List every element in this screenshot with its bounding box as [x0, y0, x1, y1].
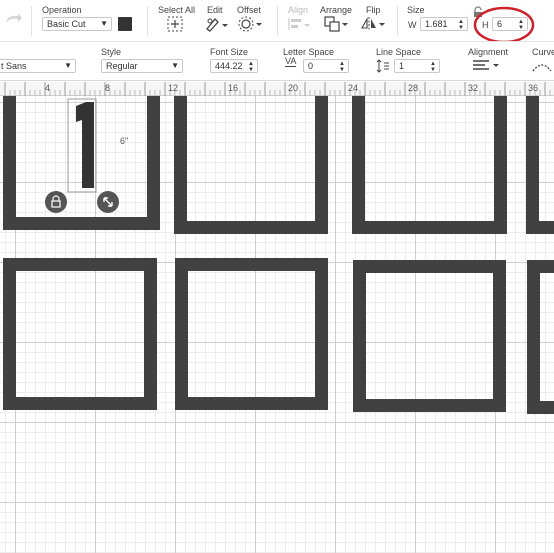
- text-align-icon[interactable]: [472, 59, 500, 73]
- canvas-grid[interactable]: 6": [0, 96, 554, 553]
- letter-space-icon: VA: [285, 56, 297, 67]
- line-space-label: Line Space: [376, 47, 422, 57]
- text-toolbar: t Sans ▼ Style Regular ▼ Font Size 444.2…: [0, 41, 554, 81]
- curve-label: Curve: [532, 47, 554, 57]
- edit-toolbar: Operation Basic Cut ▼ Select All Edit Of…: [0, 0, 554, 44]
- edit-icon[interactable]: [205, 16, 229, 32]
- flip-label: Flip: [366, 5, 381, 15]
- number-one-glyph[interactable]: [64, 98, 100, 194]
- font-name: t Sans: [1, 61, 27, 71]
- resize-handle[interactable]: [97, 191, 119, 213]
- toolbar-divider: [31, 6, 32, 36]
- resize-arrows-icon: [103, 197, 113, 207]
- width-value: 1.681: [425, 19, 448, 29]
- line-space-value: 1: [399, 61, 405, 71]
- line-space-field[interactable]: 1 ▲ ▼: [394, 59, 440, 73]
- select-all-label: Select All: [158, 5, 196, 15]
- letter-space-value: 0: [308, 61, 314, 71]
- operation-label: Operation: [42, 5, 82, 15]
- horizontal-ruler: 4 8 12 16 20 24 28 32 36: [0, 82, 554, 96]
- chevron-down-icon: ▼: [64, 61, 72, 70]
- lock-proportion-button[interactable]: [45, 191, 67, 213]
- frame-shape[interactable]: [3, 258, 157, 410]
- lock-icon: [51, 195, 61, 208]
- frame-shape[interactable]: [174, 96, 328, 234]
- operation-color-swatch[interactable]: [118, 17, 132, 31]
- font-size-label: Font Size: [210, 47, 249, 57]
- ruler-tick-label: 4: [45, 83, 51, 93]
- width-field[interactable]: 1.681 ▲ ▼: [420, 17, 468, 31]
- align-label: Align: [288, 5, 309, 15]
- ruler-tick-label: 20: [288, 83, 299, 93]
- operation-value: Basic Cut: [47, 19, 86, 29]
- align-icon: [288, 18, 310, 30]
- ruler-tick-label: 32: [468, 83, 479, 93]
- offset-label: Offset: [237, 5, 261, 15]
- chevron-down-icon: ▼: [100, 19, 108, 28]
- line-space-icon: [376, 59, 389, 73]
- size-label: Size: [407, 5, 425, 15]
- frame-shape[interactable]: [353, 260, 506, 412]
- style-label: Style: [101, 47, 122, 57]
- stepper-icon[interactable]: ▲ ▼: [458, 19, 464, 30]
- flip-icon[interactable]: [360, 15, 386, 33]
- font-size-field[interactable]: 444.22 ▲ ▼: [210, 59, 258, 73]
- ruler-tick-label: 12: [168, 83, 179, 93]
- operation-select[interactable]: Basic Cut ▼: [42, 17, 112, 31]
- toolbar-divider: [277, 6, 278, 36]
- ruler-tick-label: 16: [228, 83, 239, 93]
- arrange-label: Arrange: [320, 5, 353, 15]
- curve-icon[interactable]: [530, 59, 554, 73]
- toolbar-divider: [397, 6, 398, 36]
- toolbar-divider: [147, 6, 148, 36]
- ruler-tick-label: 8: [105, 83, 111, 93]
- edit-label: Edit: [207, 5, 223, 15]
- stepper-icon[interactable]: ▲ ▼: [339, 61, 345, 72]
- design-space: Operation Basic Cut ▼ Select All Edit Of…: [0, 0, 554, 553]
- frame-shape[interactable]: [175, 258, 328, 410]
- frame-shape[interactable]: [352, 96, 507, 234]
- letter-space-field[interactable]: 0 ▲ ▼: [303, 59, 349, 73]
- alignment-label: Alignment: [468, 47, 509, 57]
- arrange-icon[interactable]: [323, 15, 349, 33]
- font-select[interactable]: t Sans ▼: [0, 59, 76, 73]
- frame-shape[interactable]: [526, 96, 554, 234]
- ruler-tick-label: 36: [528, 83, 539, 93]
- stepper-icon[interactable]: ▲ ▼: [430, 61, 436, 72]
- select-all-icon[interactable]: [167, 16, 183, 32]
- frame-shape[interactable]: [527, 260, 554, 414]
- font-size-value: 444.22: [215, 61, 243, 71]
- style-value: Regular: [106, 61, 138, 71]
- stepper-icon[interactable]: ▲ ▼: [248, 61, 254, 72]
- width-prefix: W: [408, 20, 417, 30]
- offset-icon[interactable]: [237, 15, 263, 33]
- style-select[interactable]: Regular ▼: [101, 59, 183, 73]
- selection-dimension-label: 6": [120, 136, 129, 146]
- ruler-tick-label: 24: [348, 83, 359, 93]
- chevron-down-icon: ▼: [171, 61, 179, 70]
- redo-icon[interactable]: [3, 10, 23, 26]
- ruler-tick-label: 28: [408, 83, 419, 93]
